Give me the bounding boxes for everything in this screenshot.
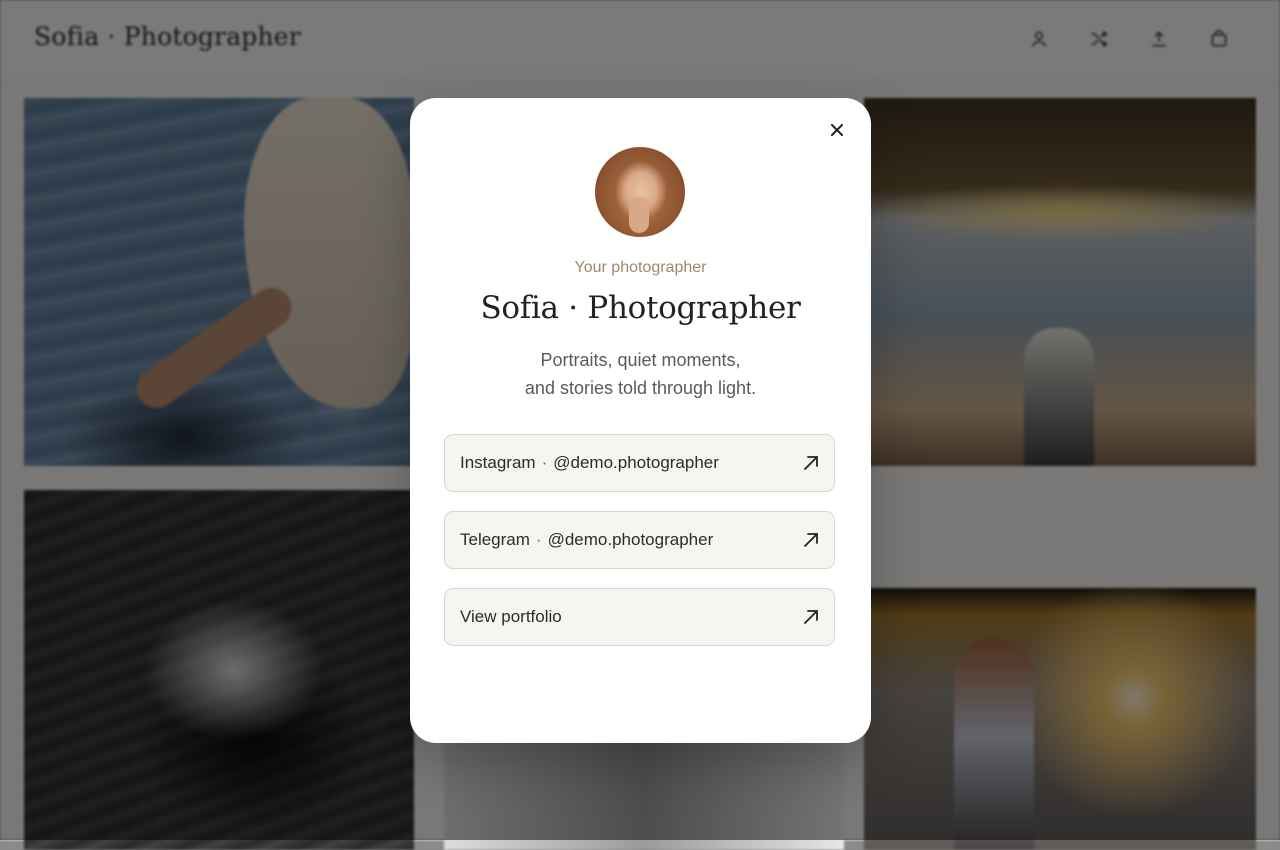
link-handle: @demo.photographer (553, 453, 719, 472)
description-line: Portraits, quiet moments, (540, 350, 741, 370)
modal-title: Sofia · Photographer (480, 290, 801, 326)
view-portfolio-link[interactable]: View portfolio (444, 588, 835, 646)
close-button[interactable] (823, 116, 851, 144)
link-platform: Telegram (460, 530, 530, 549)
link-separator: · (541, 453, 548, 472)
link-platform: Instagram (460, 453, 536, 472)
link-separator: · (535, 530, 542, 549)
link-label: View portfolio (460, 607, 562, 626)
photographer-contact-modal: Your photographer Sofia · Photographer P… (410, 98, 871, 743)
telegram-link[interactable]: Telegram · @demo.photographer (444, 511, 835, 569)
arrow-up-right-icon (804, 533, 818, 547)
arrow-up-right-icon (804, 456, 818, 470)
instagram-link[interactable]: Instagram · @demo.photographer (444, 434, 835, 492)
eyebrow-label: Your photographer (574, 259, 707, 276)
link-handle: @demo.photographer (547, 530, 714, 549)
modal-description: Portraits, quiet moments, and stories to… (410, 346, 871, 402)
description-line: and stories told through light. (524, 378, 757, 398)
avatar (595, 147, 685, 237)
arrow-up-right-icon (804, 610, 818, 624)
close-icon (831, 124, 843, 136)
